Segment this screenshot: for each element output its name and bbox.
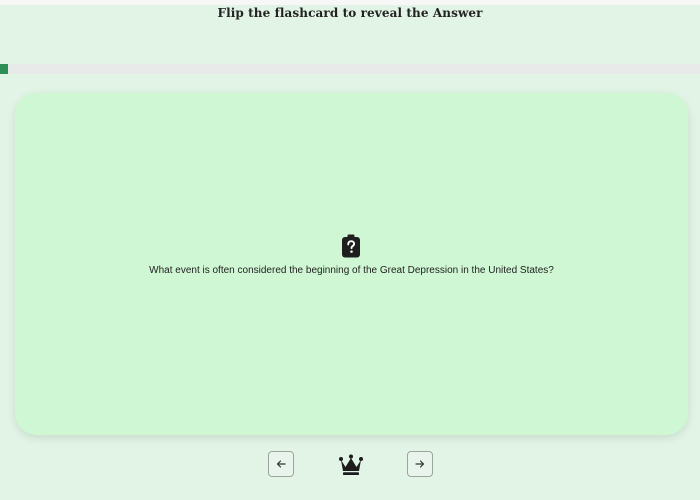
crown-icon xyxy=(339,454,363,475)
page-instruction: Flip the flashcard to reveal the Answer xyxy=(217,6,483,20)
previous-button[interactable] xyxy=(268,451,294,477)
flashcard-question: What event is often considered the begin… xyxy=(149,265,554,276)
arrow-right-icon xyxy=(415,460,425,468)
top-strip xyxy=(0,0,700,5)
flashcard[interactable]: What event is often considered the begin… xyxy=(15,93,688,435)
clipboard-question-icon xyxy=(342,234,360,258)
arrow-left-icon xyxy=(276,460,286,468)
progress-fill xyxy=(0,64,9,74)
next-button[interactable] xyxy=(407,451,433,477)
progress-bar xyxy=(0,64,700,74)
